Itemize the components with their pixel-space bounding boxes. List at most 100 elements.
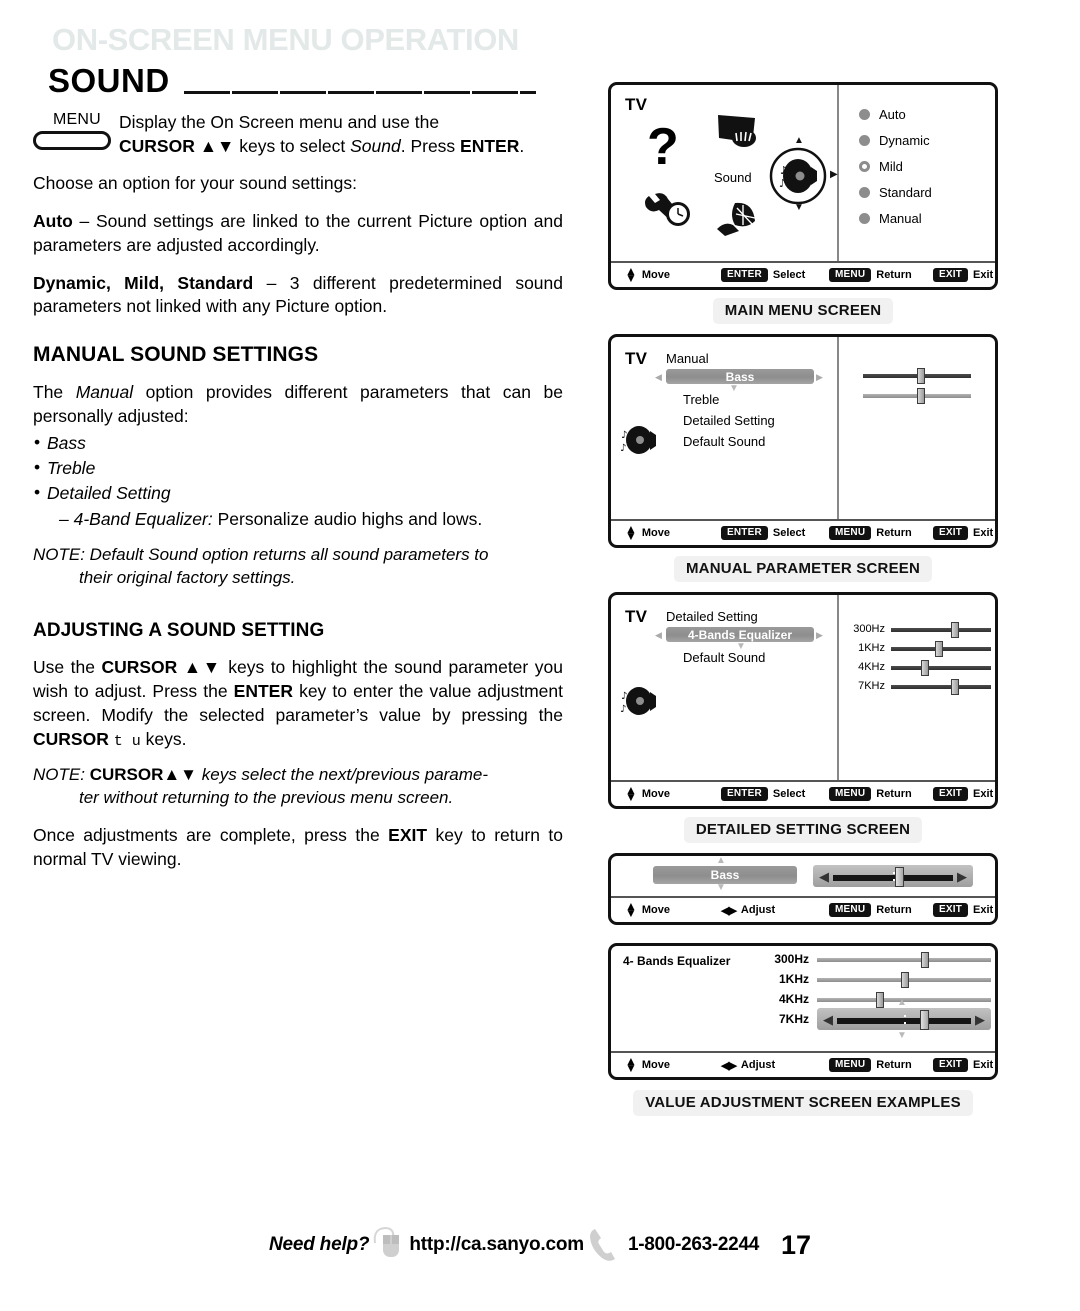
eq-band-label: 1KHz [778, 972, 809, 986]
cursor-bold-1: CURSOR [119, 136, 200, 157]
adjust-d: keys. [140, 728, 187, 749]
enter-keycap: ENTER [721, 268, 768, 282]
footbar-menu[interactable]: MENU Return [829, 526, 933, 540]
footbar-exit[interactable]: EXIT Exit [933, 1058, 993, 1072]
press-text: . Press [400, 136, 461, 157]
footbar-exit[interactable]: EXIT Exit [933, 268, 993, 282]
eq-band-1khz[interactable]: 1KHz [845, 640, 991, 657]
eq-7khz-adjust-slider[interactable]: ◀ ▶ [817, 1008, 991, 1030]
dynamic-paragraph: Dynamic, Mild, Standard – 3 different pr… [33, 272, 563, 320]
eq-band-300hz[interactable]: 300Hz [845, 621, 991, 638]
eq-band-7khz[interactable]: 7KHz [845, 678, 991, 695]
footbar-move[interactable]: ▲ ▼ Move [625, 524, 721, 542]
bass-adjust-slider[interactable]: ◀ ▶ [813, 865, 973, 887]
option-manual[interactable]: Manual [859, 211, 932, 226]
footbar-adjust[interactable]: ◀▶ Adjust [721, 904, 829, 917]
menu-item-treble[interactable]: Treble [683, 392, 719, 407]
menu-item-detailed-setting[interactable]: Detailed Setting [683, 413, 775, 428]
screens-column: TV ? Sound ♪ ♪ ▲ ▼ ▶ Auto Dynamic Mild S… [608, 82, 998, 1126]
eq-band-4khz[interactable]: 4KHz [761, 991, 991, 1008]
left-arrow-icon[interactable]: ◀ [819, 870, 829, 883]
footbar-exit-label: Exit [973, 788, 994, 800]
slider-knob[interactable] [900, 971, 909, 988]
eq-band-300hz[interactable]: 300Hz [761, 951, 991, 968]
menu-instruction-row: MENU Display the On Screen menu and use … [33, 110, 563, 158]
eq-slider[interactable] [817, 951, 991, 968]
eq-band-1khz[interactable]: 1KHz [761, 971, 991, 988]
exit-keycap: EXIT [933, 268, 969, 282]
eq-slider[interactable] [891, 640, 991, 657]
main-menu-caption-row: MAIN MENU SCREEN [608, 298, 998, 324]
enter-keycap: ENTER [721, 787, 768, 801]
footbar-move[interactable]: ▲ ▼ Move [625, 1056, 721, 1074]
list-item: Detailed Setting [33, 480, 563, 506]
option-dynamic[interactable]: Dynamic [859, 133, 932, 148]
eq-band-list: 300Hz 1KHz 4KHz 7KHz [845, 621, 991, 695]
footbar-enter[interactable]: ENTER Select [721, 268, 829, 282]
right-arrow-icon[interactable]: ▶ [957, 870, 967, 883]
slider-knob[interactable] [921, 659, 929, 676]
eq-slider[interactable] [891, 659, 991, 676]
footbar-adjust[interactable]: ◀▶ Adjust [721, 1059, 829, 1072]
menu-item-default-sound[interactable]: Default Sound [683, 650, 765, 665]
slider-knob[interactable] [951, 678, 959, 695]
page-number: 17 [781, 1229, 812, 1260]
cursor-bold-4: CURSOR [89, 764, 164, 784]
slider-inner [833, 866, 953, 887]
option-mild[interactable]: Mild [859, 159, 932, 174]
option-standard[interactable]: Standard [859, 185, 932, 200]
footbar-exit[interactable]: EXIT Exit [933, 903, 993, 917]
note2-line1: keys select the next/previous parame- [197, 764, 489, 784]
slider-knob[interactable] [920, 1009, 930, 1030]
slider-knob[interactable] [917, 388, 925, 404]
left-arrow-icon[interactable]: ◀ [823, 1013, 833, 1026]
footbar-move[interactable]: ▲ ▼ Move [625, 901, 721, 919]
footbar-enter[interactable]: ENTER Select [721, 526, 829, 540]
footbar-move[interactable]: ▲ ▼ Move [625, 266, 721, 284]
manual-intro-a: The [33, 382, 76, 403]
eq-slider[interactable] [817, 971, 991, 988]
option-auto[interactable]: Auto [859, 107, 932, 122]
eq-slider[interactable] [891, 678, 991, 695]
detailed-setting-caption-row: DETAILED SETTING SCREEN [608, 817, 998, 843]
menu-key-label: MENU [53, 111, 101, 128]
detailed-setting-screen: TV Detailed Setting ◀ ▶ 4-Bands Equalize… [608, 592, 998, 809]
slider-knob[interactable] [951, 621, 959, 638]
bass-slider[interactable] [863, 368, 971, 384]
footbar-exit[interactable]: EXIT Exit [933, 787, 993, 801]
eq-band-label: 4KHz [858, 661, 885, 673]
adjusting-sound-setting-heading: ADJUSTING A SOUND SETTING [33, 620, 325, 642]
footbar-menu[interactable]: MENU Return [829, 903, 933, 917]
left-text-column: MENU Display the On Screen menu and use … [33, 110, 563, 871]
eq-slider[interactable] [891, 621, 991, 638]
slider-knob[interactable] [876, 991, 885, 1008]
support-url[interactable]: http://ca.sanyo.com [409, 1234, 584, 1256]
footbar-menu[interactable]: MENU Return [829, 268, 933, 282]
footbar-menu[interactable]: MENU Return [829, 1058, 933, 1072]
cursor-arrows-2: ▲▼ [183, 657, 222, 678]
antenna-icon [717, 202, 756, 236]
footbar-menu[interactable]: MENU Return [829, 787, 933, 801]
note-default-sound: NOTE: Default Sound option returns all s… [33, 544, 563, 590]
manual-parameter-caption: MANUAL PARAMETER SCREEN [673, 556, 933, 582]
final-paragraph: Once adjustments are complete, press the… [33, 824, 563, 872]
footbar-enter[interactable]: ENTER Select [721, 787, 829, 801]
menu-item-4-bands-equalizer[interactable]: 4-Bands Equalizer [666, 627, 814, 642]
footbar-select-label: Select [772, 527, 806, 539]
slider-knob[interactable] [921, 951, 930, 968]
menu-item-bass[interactable]: Bass [666, 369, 814, 384]
eq-band-7khz[interactable]: 7KHz ▲ ◀ ▶ ▼ [761, 998, 991, 1041]
eq-band-4khz[interactable]: 4KHz [845, 659, 991, 676]
footbar-exit[interactable]: EXIT Exit [933, 526, 993, 540]
treble-slider[interactable] [863, 388, 971, 404]
right-arrow-icon[interactable]: ▶ [975, 1013, 985, 1026]
slider-knob[interactable] [917, 368, 925, 384]
enter-bold-2: ENTER [233, 680, 293, 701]
slider-knob[interactable] [935, 640, 943, 657]
need-help-label: Need help? [268, 1234, 370, 1255]
footbar-move[interactable]: ▲ ▼ Move [625, 785, 721, 803]
speaker-dial-icon: ♪ ♪ ▲ ▼ ▶ [767, 135, 838, 213]
main-menu-caption: MAIN MENU SCREEN [712, 298, 894, 324]
slider-knob[interactable] [895, 866, 905, 887]
menu-item-default-sound[interactable]: Default Sound [683, 434, 765, 449]
